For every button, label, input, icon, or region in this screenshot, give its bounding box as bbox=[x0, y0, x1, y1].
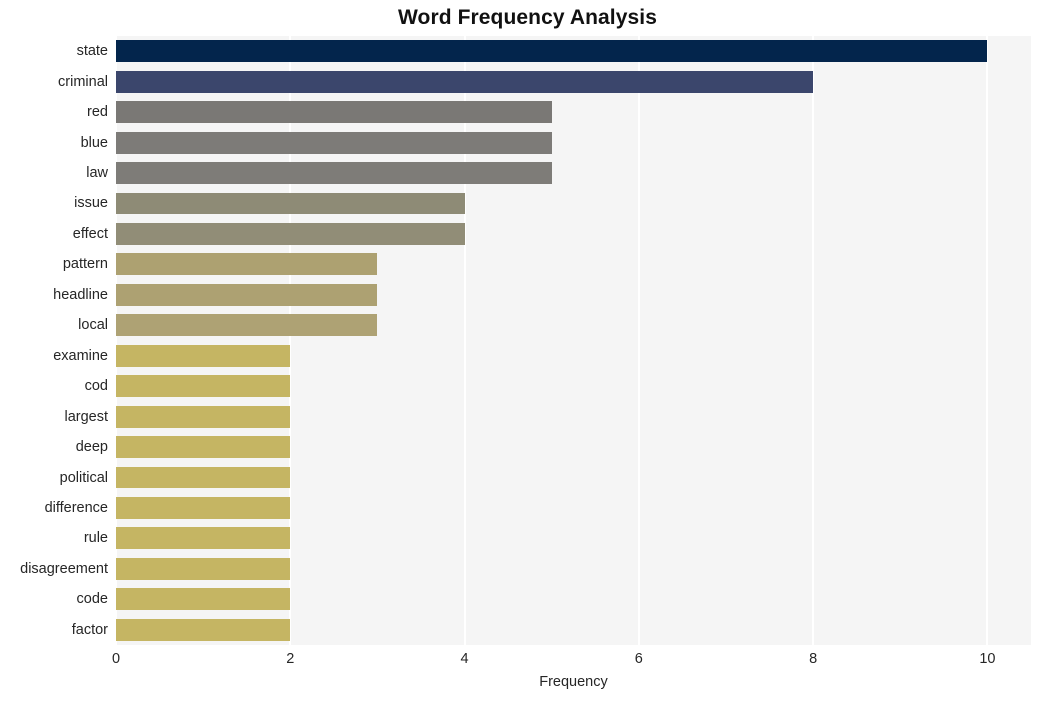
y-tick-label-local: local bbox=[78, 317, 108, 334]
bar-row bbox=[116, 192, 1031, 215]
y-tick-label-code: code bbox=[76, 591, 108, 608]
y-tick-label-factor: factor bbox=[71, 621, 108, 638]
x-axis: 0 2 4 6 8 10 bbox=[112, 645, 1031, 669]
x-tick-label-10: 10 bbox=[979, 651, 996, 667]
y-tick-label-difference: difference bbox=[44, 499, 108, 516]
y-tick-label-blue: blue bbox=[80, 134, 108, 151]
bar-criminal[interactable] bbox=[116, 70, 814, 93]
y-tick-label-effect: effect bbox=[72, 225, 108, 242]
bar-row bbox=[116, 40, 1031, 63]
y-tick-label-pattern: pattern bbox=[62, 256, 108, 273]
plot-area bbox=[116, 36, 1031, 645]
bar-row bbox=[116, 497, 1031, 519]
page-title: Word Frequency Analysis bbox=[397, 6, 658, 29]
bar-row bbox=[116, 162, 1031, 184]
bar-red[interactable] bbox=[116, 101, 552, 124]
bar-row bbox=[116, 557, 1031, 580]
x-tick-label-0: 0 bbox=[111, 651, 121, 667]
bar-row bbox=[116, 101, 1031, 124]
bar-code[interactable] bbox=[116, 588, 291, 611]
y-axis: state criminal red blue law issue effect patter… bbox=[0, 36, 108, 645]
chart-figure: Word Frequency Analysis state criminal red… bbox=[0, 0, 1055, 701]
x-tick-label-4: 4 bbox=[460, 651, 469, 667]
bar-series bbox=[116, 36, 1031, 645]
bar-row bbox=[116, 283, 1031, 306]
y-tick-label-cod: cod bbox=[84, 378, 108, 395]
bar-row bbox=[116, 436, 1031, 459]
bar-local[interactable] bbox=[116, 314, 378, 337]
bar-row bbox=[116, 314, 1031, 337]
x-tick-label-8: 8 bbox=[809, 651, 818, 667]
bar-largest[interactable] bbox=[116, 405, 291, 428]
y-tick-label-political: political bbox=[59, 469, 108, 486]
bar-row bbox=[116, 405, 1031, 428]
y-tick-label-examine: examine bbox=[53, 347, 108, 364]
bar-cod[interactable] bbox=[116, 375, 291, 398]
bar-effect[interactable] bbox=[116, 222, 465, 245]
bar-rule[interactable] bbox=[116, 527, 291, 550]
y-tick-label-state: state bbox=[76, 43, 108, 60]
y-tick-label-criminal: criminal bbox=[58, 73, 108, 90]
bar-pattern[interactable] bbox=[116, 253, 378, 276]
y-tick-label-deep: deep bbox=[75, 439, 108, 456]
bar-deep[interactable] bbox=[116, 436, 291, 459]
bar-row bbox=[116, 466, 1031, 489]
bar-row bbox=[116, 618, 1031, 641]
bar-difference[interactable] bbox=[116, 497, 291, 519]
x-tick-label-2: 2 bbox=[286, 651, 295, 667]
y-tick-label-law: law bbox=[86, 165, 108, 182]
bar-row bbox=[116, 375, 1031, 398]
x-axis-label: Frequency bbox=[539, 674, 608, 690]
x-tick-label-6: 6 bbox=[634, 651, 643, 667]
bar-row bbox=[116, 70, 1031, 93]
y-tick-label-largest: largest bbox=[64, 408, 108, 425]
bar-disagreement[interactable] bbox=[116, 557, 291, 580]
y-tick-label-rule: rule bbox=[83, 530, 108, 547]
bar-examine[interactable] bbox=[116, 344, 291, 367]
bar-row bbox=[116, 527, 1031, 550]
bar-blue[interactable] bbox=[116, 131, 552, 154]
bar-headline[interactable] bbox=[116, 283, 378, 306]
y-tick-label-headline: headline bbox=[53, 286, 108, 303]
y-tick-label-issue: issue bbox=[74, 195, 108, 212]
y-tick-label-disagreement: disagreement bbox=[20, 560, 108, 577]
bar-row bbox=[116, 253, 1031, 276]
bar-row bbox=[116, 588, 1031, 611]
bar-issue[interactable] bbox=[116, 192, 465, 215]
bar-law[interactable] bbox=[116, 162, 552, 184]
bar-row bbox=[116, 222, 1031, 245]
bar-row bbox=[116, 344, 1031, 367]
bar-row bbox=[116, 131, 1031, 154]
y-tick-label-red: red bbox=[87, 104, 108, 121]
bar-state[interactable] bbox=[116, 40, 988, 63]
bar-political[interactable] bbox=[116, 466, 291, 489]
bar-factor[interactable] bbox=[116, 618, 291, 641]
